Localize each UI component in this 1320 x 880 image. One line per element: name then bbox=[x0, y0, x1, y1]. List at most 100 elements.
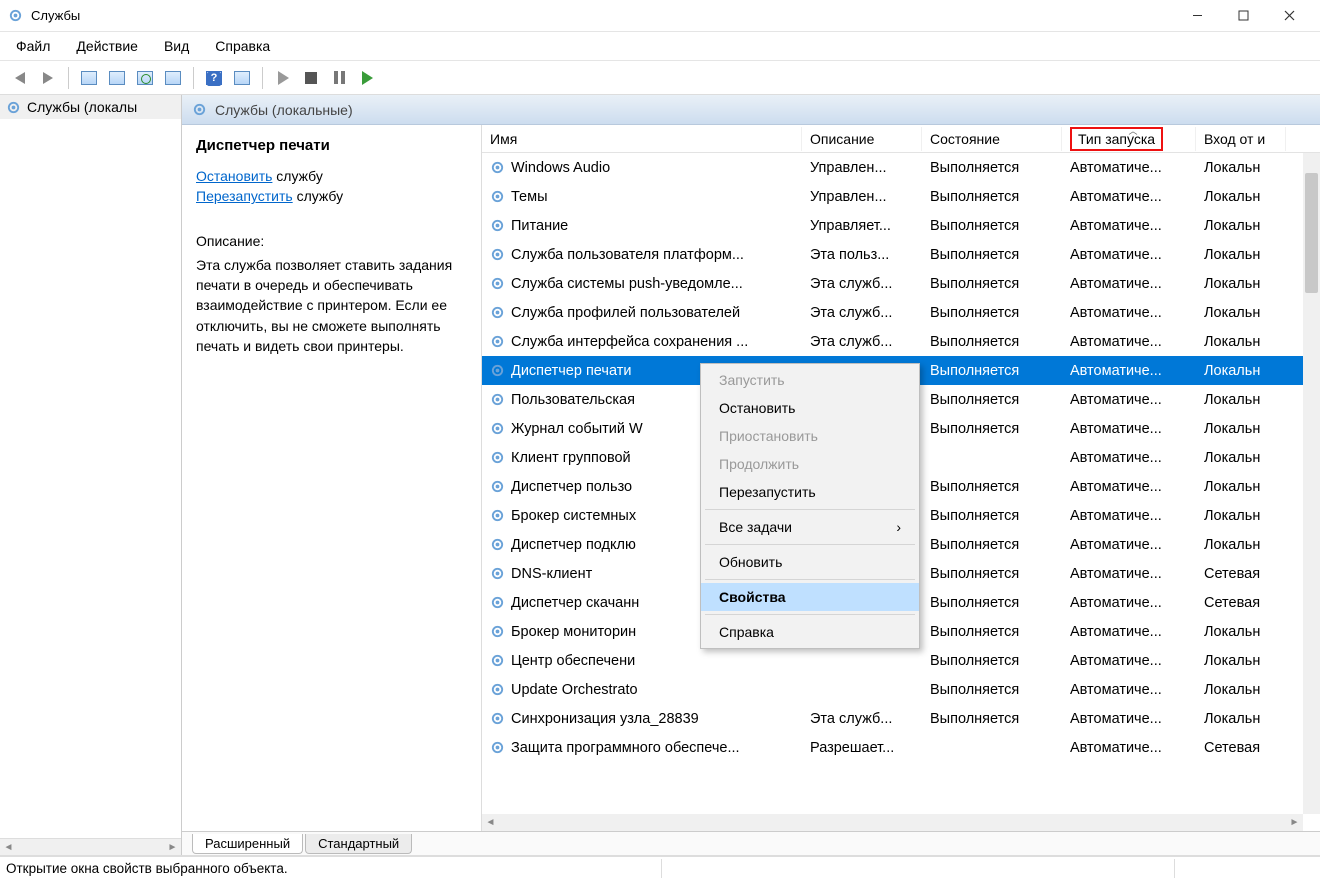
window-title: Службы bbox=[31, 8, 1174, 23]
service-state: Выполняется bbox=[922, 185, 1062, 209]
service-startup: Автоматиче... bbox=[1062, 156, 1196, 180]
service-startup: Автоматиче... bbox=[1062, 707, 1196, 731]
ctx-help[interactable]: Справка bbox=[701, 618, 919, 646]
scroll-right-icon[interactable]: ► bbox=[1286, 814, 1303, 831]
service-logon: Локальн bbox=[1196, 504, 1286, 528]
service-state: Выполняется bbox=[922, 475, 1062, 499]
ctx-start: Запустить bbox=[701, 366, 919, 394]
toolbar-separator bbox=[193, 67, 194, 89]
maximize-button[interactable] bbox=[1220, 1, 1266, 31]
scroll-right-icon[interactable]: ► bbox=[164, 839, 181, 856]
minimize-button[interactable] bbox=[1174, 1, 1220, 31]
gear-icon bbox=[490, 537, 505, 552]
menu-view[interactable]: Вид bbox=[160, 36, 193, 56]
ctx-refresh[interactable]: Обновить bbox=[701, 548, 919, 576]
table-row[interactable]: ТемыУправлен...ВыполняетсяАвтоматиче...Л… bbox=[482, 182, 1320, 211]
pause-service-button[interactable] bbox=[327, 66, 351, 90]
start-service-button[interactable] bbox=[271, 66, 295, 90]
table-row[interactable]: Служба системы push-уведомле... Эта служб… bbox=[482, 269, 1320, 298]
menu-action[interactable]: Действие bbox=[72, 36, 142, 56]
tree-panel: Службы (локалы ◄ ► bbox=[0, 95, 182, 855]
export-button[interactable] bbox=[161, 66, 185, 90]
gear-icon bbox=[490, 218, 505, 233]
gear-icon bbox=[490, 653, 505, 668]
details-panel: Диспетчер печати Остановить службу Перез… bbox=[182, 125, 482, 831]
ctx-all-tasks[interactable]: Все задачи › bbox=[701, 513, 919, 541]
scroll-left-icon[interactable]: ◄ bbox=[0, 839, 17, 856]
service-name: Брокер системных bbox=[511, 508, 636, 524]
right-header: Службы (локальные) bbox=[182, 95, 1320, 125]
service-desc: Эта служб... bbox=[802, 272, 922, 296]
desc-text: Эта служба позволяет ставить задания печ… bbox=[196, 255, 467, 356]
gear-icon bbox=[490, 392, 505, 407]
table-row[interactable]: Центр обеспечениВыполняетсяАвтоматиче...… bbox=[482, 646, 1320, 675]
ctx-separator bbox=[705, 509, 915, 510]
table-row[interactable]: Windows AudioУправлен...ВыполняетсяАвтом… bbox=[482, 153, 1320, 182]
service-startup: Автоматиче... bbox=[1062, 301, 1196, 325]
toolbar-separator bbox=[262, 67, 263, 89]
menu-file[interactable]: Файл bbox=[12, 36, 54, 56]
gear-icon bbox=[490, 276, 505, 291]
menu-help[interactable]: Справка bbox=[211, 36, 274, 56]
service-state: Выполняется bbox=[922, 562, 1062, 586]
tab-standard[interactable]: Стандартный bbox=[305, 834, 412, 854]
view-tabs: Расширенный Стандартный bbox=[182, 831, 1320, 855]
show-hide-tree-button[interactable] bbox=[77, 66, 101, 90]
restart-service-link[interactable]: Перезапустить bbox=[196, 188, 293, 204]
close-button[interactable] bbox=[1266, 1, 1312, 31]
col-name[interactable]: Имя bbox=[482, 127, 802, 151]
stop-service-button[interactable] bbox=[299, 66, 323, 90]
service-logon: Локальн bbox=[1196, 156, 1286, 180]
service-logon: Локальн bbox=[1196, 388, 1286, 412]
col-logon[interactable]: Вход от и bbox=[1196, 127, 1286, 151]
play-icon bbox=[278, 71, 289, 85]
tree-root-item[interactable]: Службы (локалы bbox=[0, 95, 181, 119]
col-startup-label: Тип запуска bbox=[1070, 127, 1163, 151]
ctx-restart[interactable]: Перезапустить bbox=[701, 478, 919, 506]
table-row[interactable]: Служба профилей пользователейЭта служб..… bbox=[482, 298, 1320, 327]
stop-service-link[interactable]: Остановить bbox=[196, 168, 272, 184]
gear-icon bbox=[490, 247, 505, 262]
table-row[interactable]: Update OrchestratoВыполняетсяАвтоматиче.… bbox=[482, 675, 1320, 704]
table-row[interactable]: Служба интерфейса сохранения ...Эта служ… bbox=[482, 327, 1320, 356]
gear-icon bbox=[490, 160, 505, 175]
right-panel: Службы (локальные) Диспетчер печати Оста… bbox=[182, 95, 1320, 855]
arrow-left-icon bbox=[15, 72, 25, 84]
tree-root-label: Службы (локалы bbox=[27, 99, 137, 115]
ctx-continue: Продолжить bbox=[701, 450, 919, 478]
vertical-scrollbar[interactable] bbox=[1303, 153, 1320, 814]
tree-hscroll[interactable]: ◄ ► bbox=[0, 838, 181, 855]
table-row[interactable]: Служба пользователя платформ...Эта польз… bbox=[482, 240, 1320, 269]
refresh-toolbar-button[interactable] bbox=[133, 66, 157, 90]
horizontal-scrollbar[interactable]: ◄ ► bbox=[482, 814, 1303, 831]
service-logon: Локальн bbox=[1196, 620, 1286, 644]
scroll-thumb[interactable] bbox=[1305, 173, 1318, 293]
service-logon: Локальн bbox=[1196, 359, 1286, 383]
table-row[interactable]: Защита программного обеспече...Разрешает… bbox=[482, 733, 1320, 762]
service-startup: Автоматиче... bbox=[1062, 388, 1196, 412]
ctx-properties[interactable]: Свойства bbox=[701, 583, 919, 611]
service-name: Служба системы push-уведомле... bbox=[511, 276, 743, 292]
service-state: Выполняется bbox=[922, 678, 1062, 702]
service-startup: Автоматиче... bbox=[1062, 562, 1196, 586]
table-row[interactable]: Синхронизация узла_28839Эта служб...Выпо… bbox=[482, 704, 1320, 733]
ctx-stop[interactable]: Остановить bbox=[701, 394, 919, 422]
service-state bbox=[922, 744, 1062, 752]
service-state: Выполняется bbox=[922, 707, 1062, 731]
restart-service-button[interactable] bbox=[355, 66, 379, 90]
service-state: Выполняется bbox=[922, 330, 1062, 354]
scroll-left-icon[interactable]: ◄ bbox=[482, 814, 499, 831]
service-state: Выполняется bbox=[922, 591, 1062, 615]
table-row[interactable]: ПитаниеУправляет...ВыполняетсяАвтоматиче… bbox=[482, 211, 1320, 240]
service-state: Выполняется bbox=[922, 620, 1062, 644]
forward-button[interactable] bbox=[36, 66, 60, 90]
back-button[interactable] bbox=[8, 66, 32, 90]
gear-icon bbox=[490, 566, 505, 581]
action-pane-button[interactable] bbox=[230, 66, 254, 90]
col-state[interactable]: Состояние bbox=[922, 127, 1062, 151]
properties-toolbar-button[interactable] bbox=[105, 66, 129, 90]
tab-extended[interactable]: Расширенный bbox=[192, 834, 303, 854]
col-desc[interactable]: Описание bbox=[802, 127, 922, 151]
col-startup[interactable]: Тип запуска ︿ bbox=[1062, 127, 1196, 151]
help-toolbar-button[interactable] bbox=[202, 66, 226, 90]
